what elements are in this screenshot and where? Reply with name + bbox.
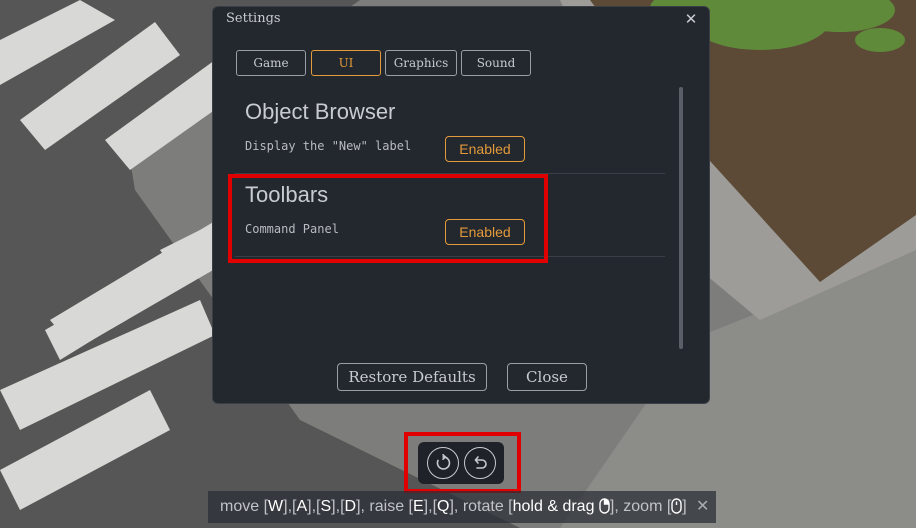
dialog-title: Settings — [226, 11, 281, 26]
controls-hint-text: move [W],[A],[S],[D], raise [E],[Q], rot… — [220, 498, 687, 515]
key-s: S — [320, 498, 332, 515]
tab-sound[interactable]: Sound — [461, 50, 531, 76]
key-a: A — [296, 498, 308, 515]
close-icon[interactable]: ✕ — [683, 10, 699, 28]
mouse-right-button-icon — [599, 498, 610, 514]
key-d: D — [344, 498, 357, 515]
new-label-toggle-button[interactable]: Enabled — [445, 136, 525, 162]
section-title-object-browser: Object Browser — [245, 99, 396, 124]
key-e: E — [413, 498, 424, 515]
mouse-wheel-icon — [671, 498, 682, 514]
restore-defaults-button[interactable]: Restore Defaults — [337, 363, 487, 391]
highlight-box-history — [404, 432, 521, 493]
key-w: W — [268, 498, 284, 515]
tab-game[interactable]: Game — [236, 50, 306, 76]
rotate-action: hold & drag — [512, 498, 595, 515]
hint-close-icon[interactable]: ✕ — [696, 491, 709, 523]
tab-graphics[interactable]: Graphics — [385, 50, 457, 76]
scrollbar[interactable] — [679, 87, 683, 349]
close-button[interactable]: Close — [507, 363, 587, 391]
key-q: Q — [437, 498, 450, 515]
tab-ui[interactable]: UI — [311, 50, 381, 76]
highlight-box-toolbars — [228, 174, 548, 263]
controls-hint-bar: move [W],[A],[S],[D], raise [E],[Q], rot… — [208, 491, 716, 523]
setting-label-new-label: Display the "New" label — [245, 139, 412, 153]
